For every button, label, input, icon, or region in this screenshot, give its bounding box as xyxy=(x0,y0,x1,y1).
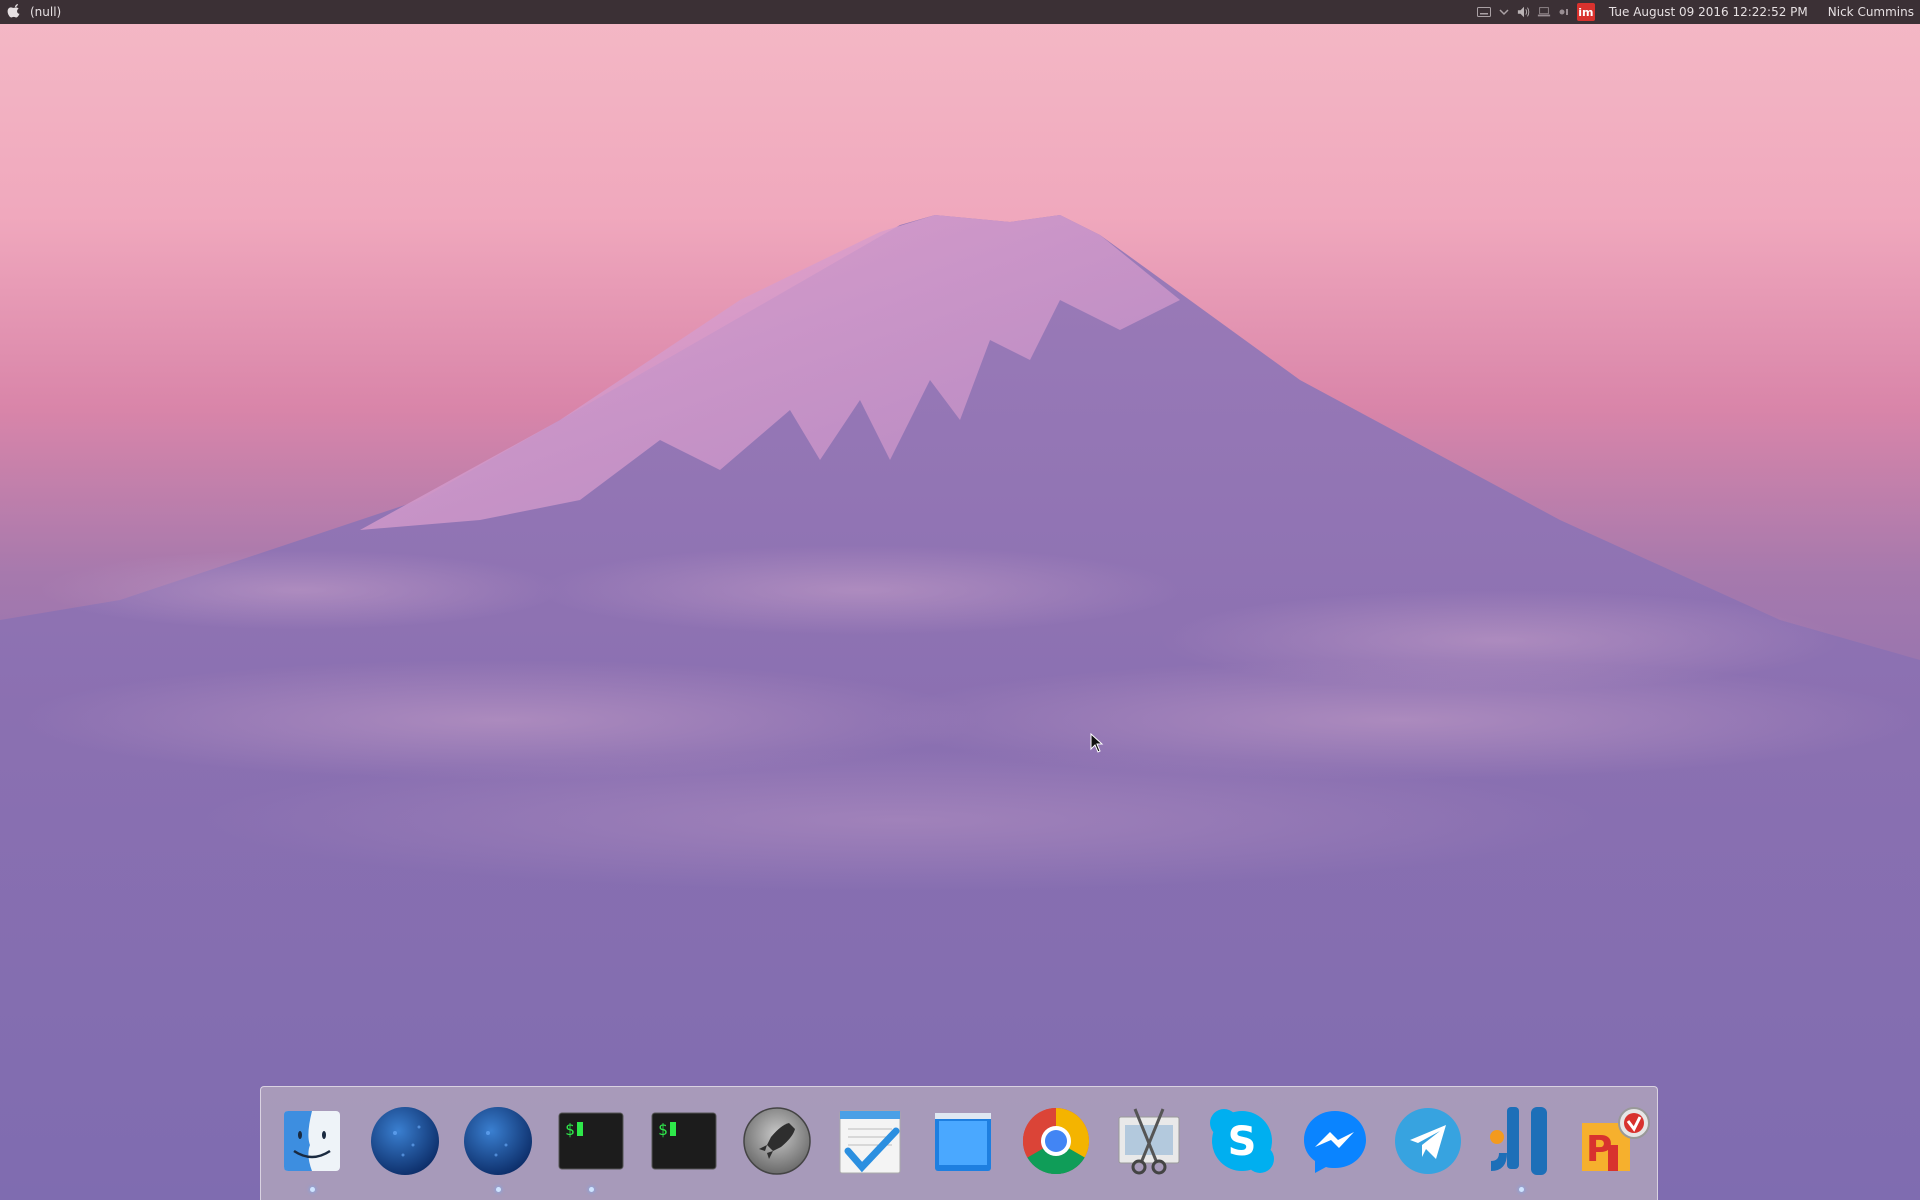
chrome-icon xyxy=(1022,1108,1090,1175)
dock-item-intellij[interactable] xyxy=(1485,1105,1557,1192)
terminal-icon: $ xyxy=(558,1112,624,1170)
messenger-icon xyxy=(1304,1111,1366,1173)
running-indicator xyxy=(496,1187,501,1192)
apple-menu-icon[interactable] xyxy=(0,0,28,24)
phpstorm-icon: P xyxy=(1582,1107,1650,1171)
dock-item-browser-1[interactable] xyxy=(369,1105,441,1177)
window-icon xyxy=(935,1113,991,1171)
svg-text:$: $ xyxy=(658,1120,668,1139)
clock[interactable]: Tue August 09 2016 12:22:52 PM xyxy=(1609,5,1808,19)
checklist-icon xyxy=(839,1110,901,1174)
dock-item-php-editor[interactable]: P xyxy=(1578,1105,1650,1177)
chevron-down-icon[interactable] xyxy=(1497,5,1511,19)
im-icon[interactable]: im xyxy=(1576,3,1595,21)
dock-item-launchpad[interactable] xyxy=(741,1105,813,1177)
dock-item-finder[interactable] xyxy=(276,1105,348,1192)
dock-item-terminal-1[interactable]: $ xyxy=(555,1105,627,1192)
globe-icon xyxy=(464,1107,532,1175)
running-indicator xyxy=(310,1187,315,1192)
dock-item-chrome[interactable] xyxy=(1020,1105,1092,1177)
wallpaper xyxy=(0,215,1920,1200)
dock-item-terminal-2[interactable]: $ xyxy=(648,1105,720,1177)
dock-item-tasks[interactable] xyxy=(834,1105,906,1177)
dock-item-browser-2[interactable] xyxy=(462,1105,534,1192)
intellij-icon xyxy=(1490,1107,1547,1175)
active-app-title[interactable]: (null) xyxy=(30,5,61,19)
network-icon[interactable] xyxy=(1537,5,1551,19)
skype-icon: S xyxy=(1210,1109,1274,1173)
volume-icon[interactable] xyxy=(1517,5,1531,19)
globe-icon xyxy=(371,1107,439,1175)
dock-item-window-manager[interactable] xyxy=(927,1105,999,1177)
dock-item-messenger[interactable] xyxy=(1299,1105,1371,1177)
user-menu[interactable]: Nick Cummins xyxy=(1828,5,1914,19)
bluetooth-icon[interactable] xyxy=(1557,5,1571,19)
status-area: im Tue August 09 2016 12:22:52 PM Nick C… xyxy=(1476,0,1914,24)
top-menu-bar: (null) im Tue August 09 2016 12:22:52 PM… xyxy=(0,0,1920,24)
dock-item-telegram[interactable] xyxy=(1392,1105,1464,1177)
terminal-icon: $ xyxy=(651,1112,717,1170)
running-indicator xyxy=(1519,1187,1524,1192)
dock-item-screenshot[interactable] xyxy=(1113,1105,1185,1177)
svg-text:S: S xyxy=(1228,1119,1257,1165)
scissors-icon xyxy=(1118,1108,1180,1175)
rocket-icon xyxy=(743,1107,811,1175)
mouse-cursor-icon xyxy=(1090,733,1104,753)
finder-icon xyxy=(284,1111,340,1171)
svg-text:$: $ xyxy=(565,1120,575,1139)
telegram-icon xyxy=(1395,1108,1461,1174)
running-indicator xyxy=(589,1187,594,1192)
desktop[interactable]: (null) im Tue August 09 2016 12:22:52 PM… xyxy=(0,0,1920,1200)
dock-item-skype[interactable]: S xyxy=(1206,1105,1278,1177)
keyboard-icon[interactable] xyxy=(1476,5,1491,19)
dock: $ $ S P xyxy=(260,1086,1658,1200)
